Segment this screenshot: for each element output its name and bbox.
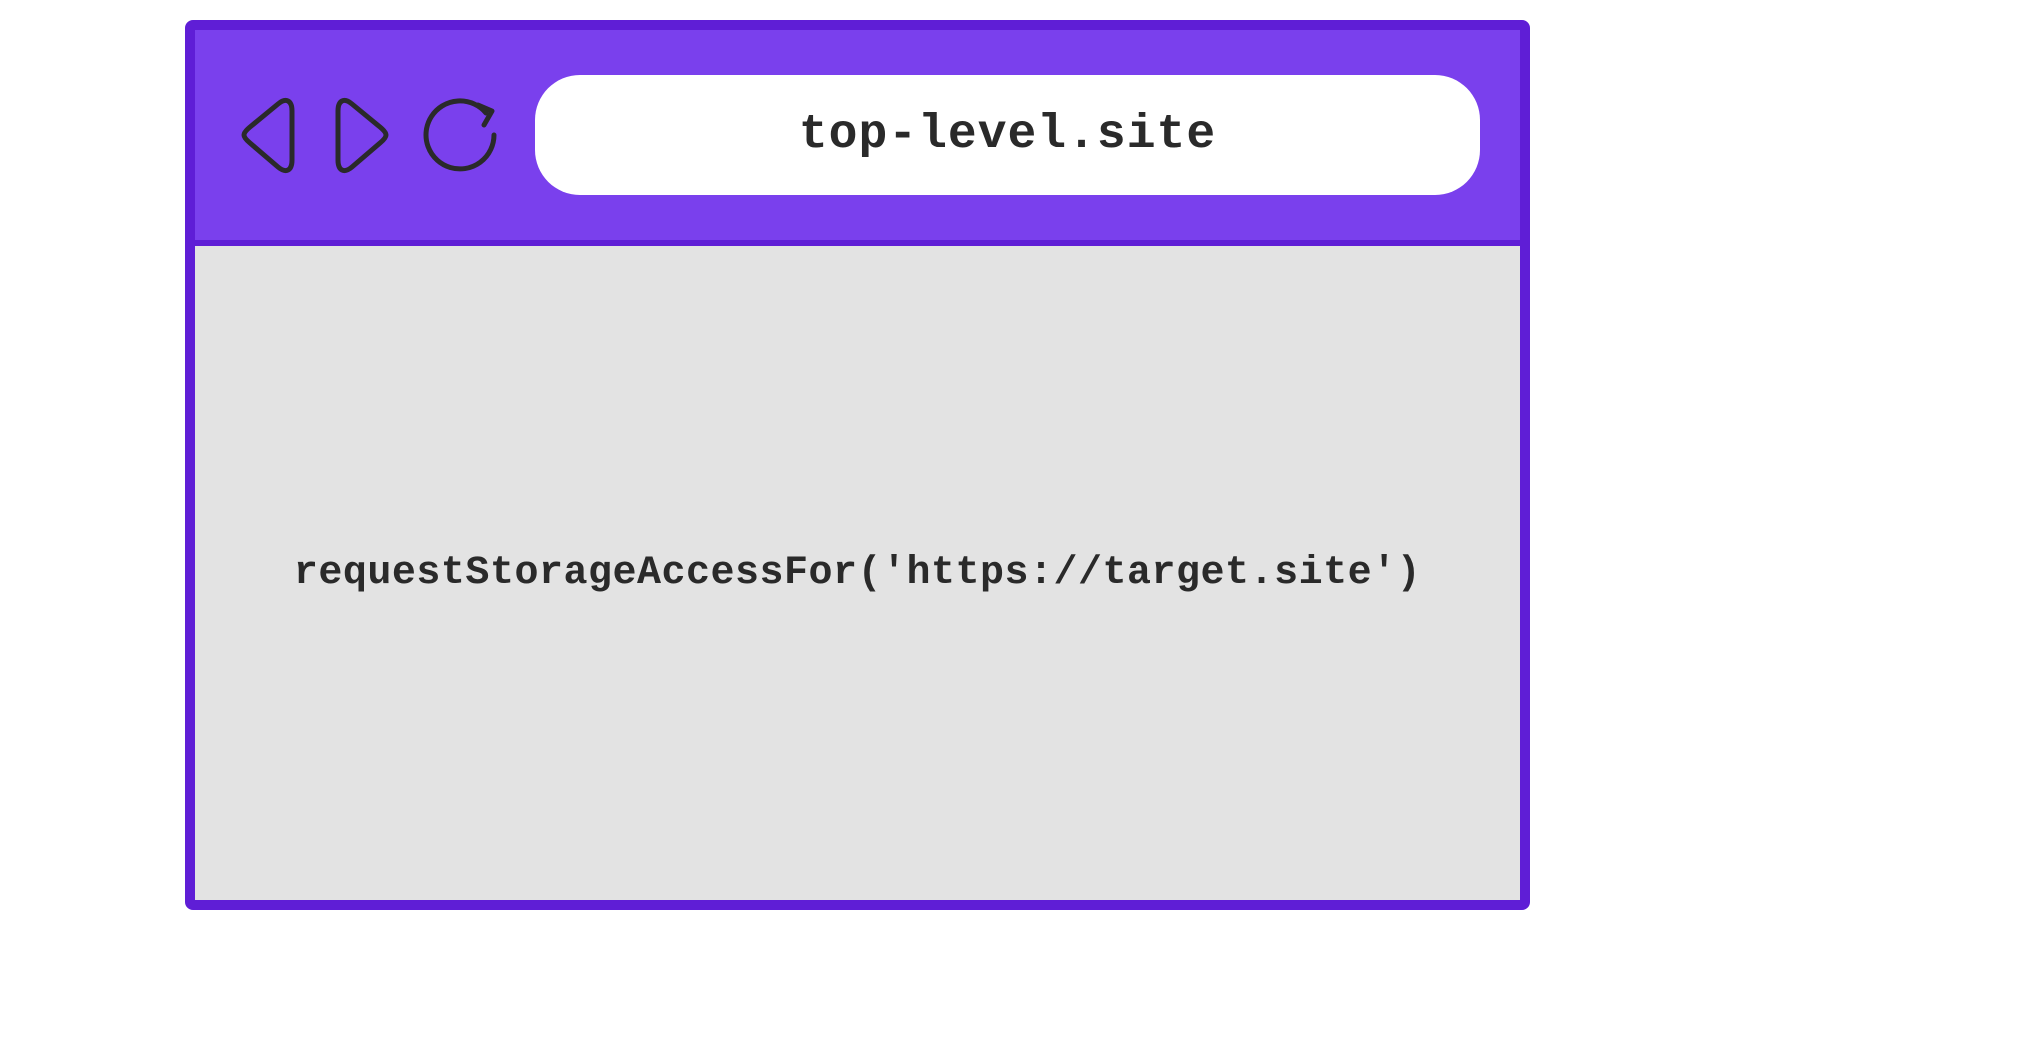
- browser-content: requestStorageAccessFor('https://target.…: [195, 240, 1520, 900]
- reload-icon[interactable]: [415, 90, 505, 180]
- browser-chrome: top-level.site: [195, 30, 1520, 240]
- nav-controls: [235, 90, 505, 180]
- address-text: top-level.site: [799, 108, 1216, 162]
- forward-icon[interactable]: [325, 90, 395, 180]
- page-code-text: requestStorageAccessFor('https://target.…: [294, 551, 1421, 596]
- back-icon[interactable]: [235, 90, 305, 180]
- address-bar[interactable]: top-level.site: [535, 75, 1480, 195]
- browser-window: top-level.site requestStorageAccessFor('…: [185, 20, 1530, 910]
